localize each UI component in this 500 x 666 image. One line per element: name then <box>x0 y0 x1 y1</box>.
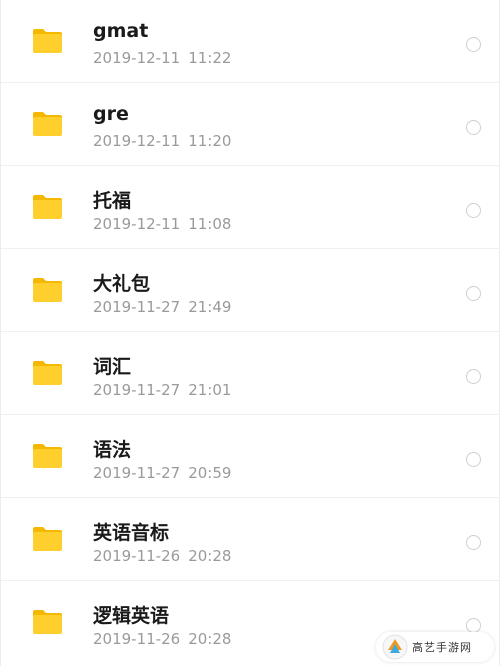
folder-icon <box>32 277 63 303</box>
file-time: 20:28 <box>188 630 232 648</box>
select-radio[interactable] <box>466 286 481 301</box>
folder-icon <box>32 526 63 552</box>
folder-icon <box>32 194 63 220</box>
file-row[interactable]: 词汇 2019-11-27 21:01 <box>1 332 500 415</box>
select-radio[interactable] <box>466 203 481 218</box>
file-modified: 2019-11-26 20:28 <box>93 547 231 565</box>
file-row[interactable]: 英语音标 2019-11-26 20:28 <box>1 498 500 581</box>
site-watermark: 高艺手游网 <box>376 632 494 662</box>
file-row[interactable]: 托福 2019-12-11 11:08 <box>1 166 500 249</box>
file-time: 20:59 <box>188 464 232 482</box>
select-radio[interactable] <box>466 369 481 384</box>
select-radio[interactable] <box>466 535 481 550</box>
file-date: 2019-11-27 <box>93 381 181 399</box>
file-name: gre <box>93 103 129 125</box>
file-date: 2019-11-27 <box>93 298 181 316</box>
file-row[interactable]: gmat 2019-12-11 11:22 <box>1 0 500 83</box>
file-time: 20:28 <box>188 547 232 565</box>
file-modified: 2019-12-11 11:22 <box>93 49 231 67</box>
file-name: 逻辑英语 <box>93 605 170 627</box>
file-row[interactable]: 大礼包 2019-11-27 21:49 <box>1 249 500 332</box>
file-list: gmat 2019-12-11 11:22 gre 2019-12-11 11:20… <box>0 0 500 666</box>
file-time: 21:49 <box>188 298 232 316</box>
file-modified: 2019-11-26 20:28 <box>93 630 231 648</box>
file-date: 2019-11-27 <box>93 464 181 482</box>
folder-icon <box>32 609 63 635</box>
file-modified: 2019-11-27 21:01 <box>93 381 231 399</box>
file-modified: 2019-12-11 11:08 <box>93 215 231 233</box>
folder-icon <box>32 443 63 469</box>
file-modified: 2019-11-27 21:49 <box>93 298 231 316</box>
select-radio[interactable] <box>466 452 481 467</box>
file-name: 词汇 <box>93 356 132 378</box>
file-date: 2019-11-26 <box>93 630 181 648</box>
file-date: 2019-11-26 <box>93 547 181 565</box>
file-date: 2019-12-11 <box>93 49 181 67</box>
file-time: 11:20 <box>188 132 232 150</box>
file-row[interactable]: gre 2019-12-11 11:20 <box>1 83 500 166</box>
file-name: 语法 <box>93 439 132 461</box>
file-time: 11:22 <box>188 49 232 67</box>
file-name: 英语音标 <box>93 522 170 544</box>
watermark-text: 高艺手游网 <box>412 641 472 654</box>
file-date: 2019-12-11 <box>93 132 181 150</box>
file-name: 托福 <box>93 190 132 212</box>
file-date: 2019-12-11 <box>93 215 181 233</box>
file-name: gmat <box>93 20 149 42</box>
file-time: 21:01 <box>188 381 232 399</box>
select-radio[interactable] <box>466 120 481 135</box>
file-time: 11:08 <box>188 215 232 233</box>
watermark-logo-icon <box>382 634 408 660</box>
file-modified: 2019-12-11 11:20 <box>93 132 231 150</box>
file-modified: 2019-11-27 20:59 <box>93 464 231 482</box>
folder-icon <box>32 360 63 386</box>
folder-icon <box>32 111 63 137</box>
folder-icon <box>32 28 63 54</box>
select-radio[interactable] <box>466 618 481 633</box>
file-name: 大礼包 <box>93 273 151 295</box>
file-row[interactable]: 语法 2019-11-27 20:59 <box>1 415 500 498</box>
select-radio[interactable] <box>466 37 481 52</box>
